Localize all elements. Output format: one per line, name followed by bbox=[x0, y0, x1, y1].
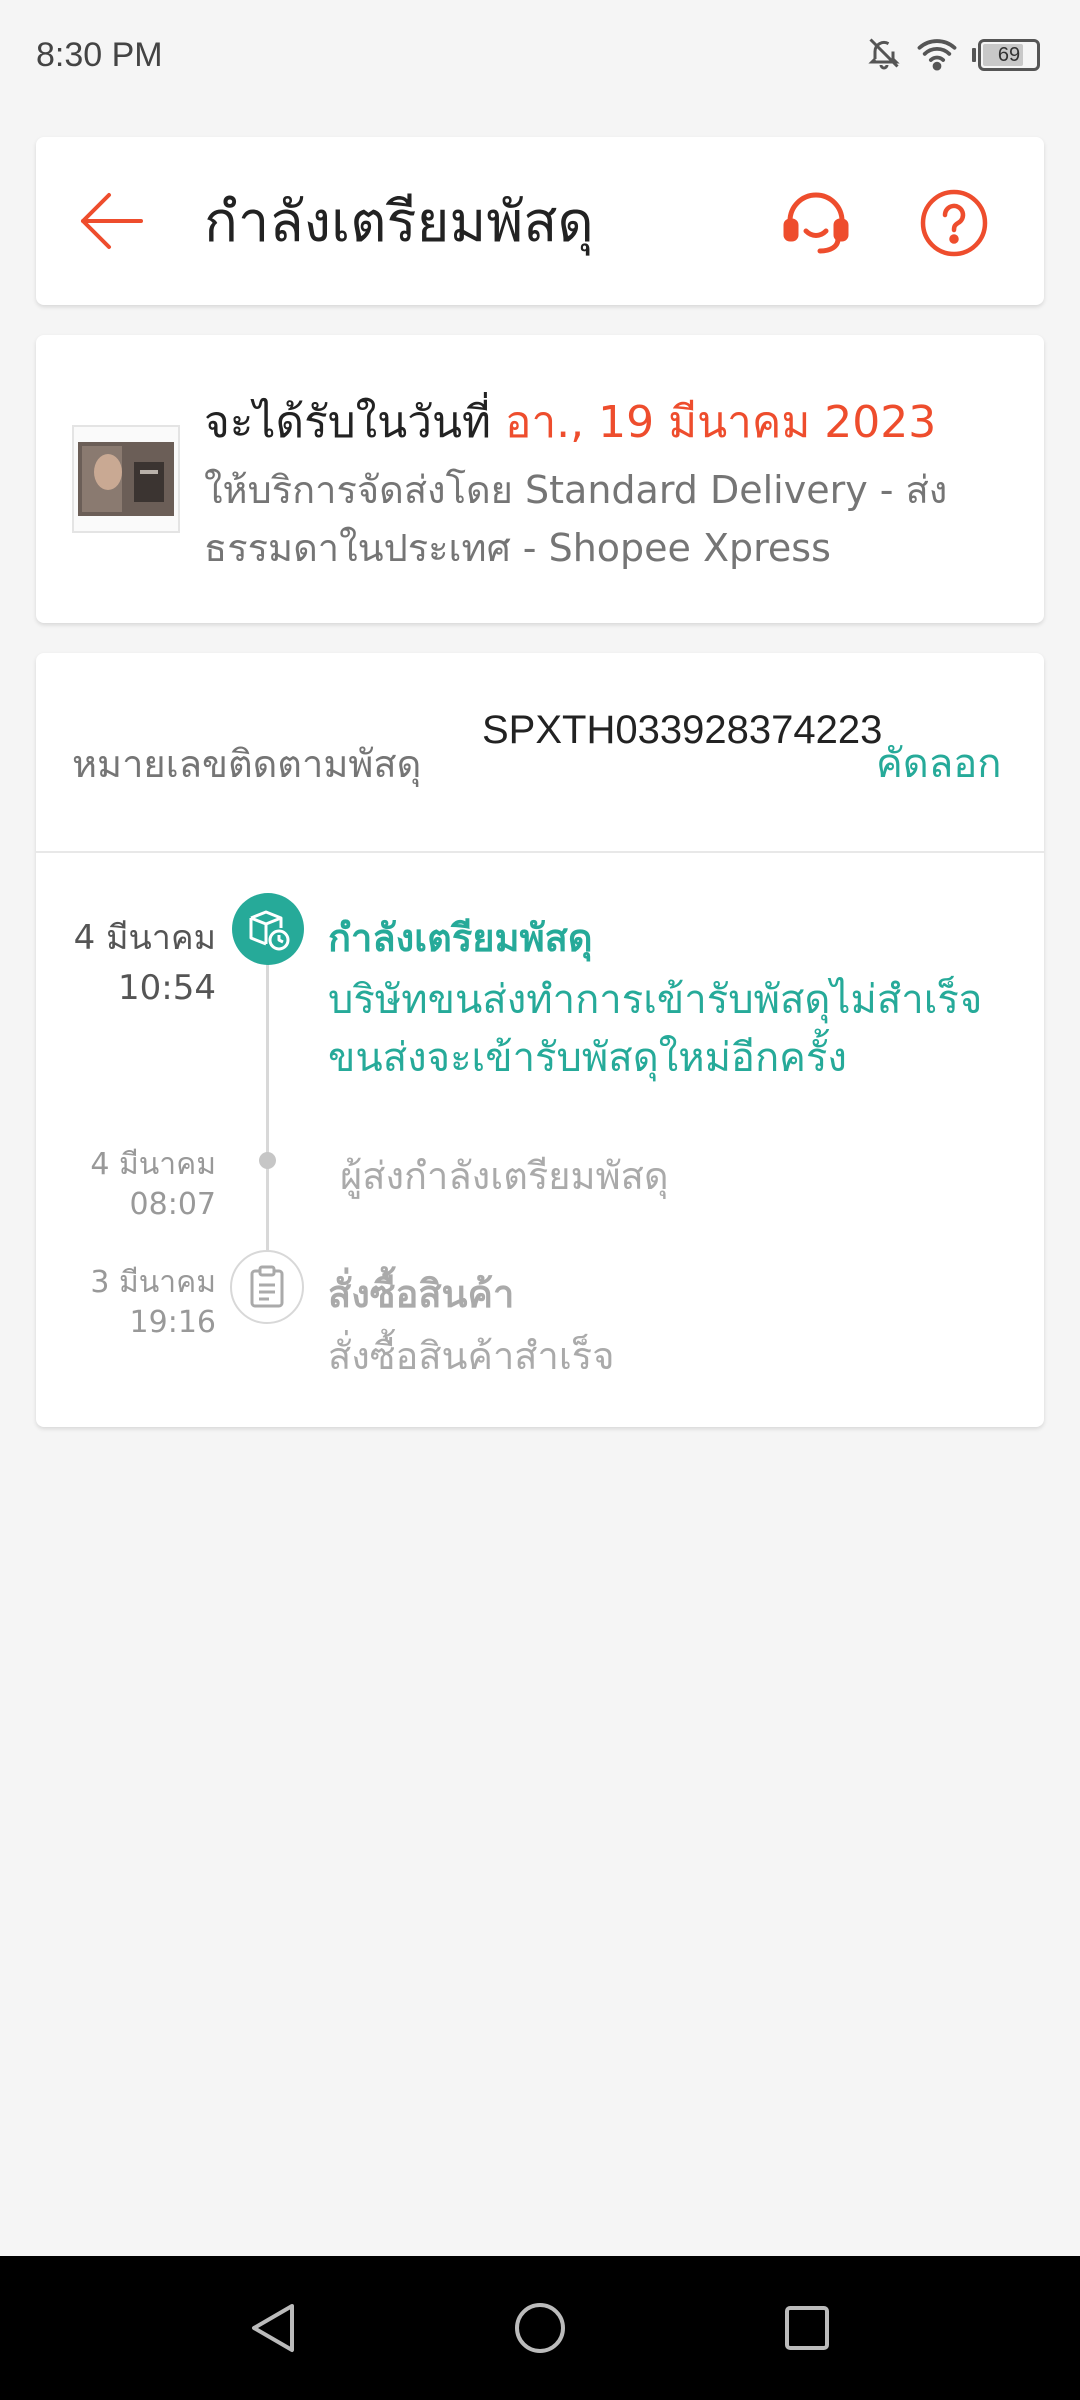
tracking-card: หมายเลขติดตามพัสดุ SPXTH033928374223 คัด… bbox=[36, 653, 1044, 1427]
delivery-info-card: จะได้รับในวันที่ อา., 19 มีนาคม 2023 ให้… bbox=[36, 335, 1044, 623]
nav-home-button[interactable] bbox=[495, 2283, 585, 2373]
event-description: บริษัทขนส่งทำการเข้ารับพัสดุไม่สำเร็จ ขน… bbox=[328, 977, 983, 1081]
estimated-delivery: จะได้รับในวันที่ อา., 19 มีนาคม 2023 bbox=[204, 387, 936, 457]
status-bar: 8:30 PM 69 bbox=[0, 0, 1080, 110]
event-clock: 08:07 bbox=[129, 1187, 216, 1222]
event-time: 4 มีนาคม 10:54 bbox=[74, 913, 216, 1013]
status-icons: 69 bbox=[866, 35, 1040, 75]
nav-back-button[interactable] bbox=[228, 2283, 318, 2373]
event-date: 4 มีนาคม bbox=[90, 1147, 216, 1182]
delivery-date: อา., 19 มีนาคม 2023 bbox=[505, 397, 937, 448]
help-button[interactable] bbox=[914, 183, 994, 263]
wifi-icon bbox=[916, 35, 958, 75]
event-time: 4 มีนาคม 08:07 bbox=[90, 1145, 216, 1225]
customer-support-button[interactable] bbox=[776, 183, 856, 263]
shipping-description: ให้บริการจัดส่งโดย Standard Delivery - ส… bbox=[204, 468, 948, 570]
back-button[interactable] bbox=[74, 183, 150, 259]
home-circle-icon bbox=[514, 2303, 565, 2353]
back-arrow-icon bbox=[81, 193, 143, 249]
event-date: 4 มีนาคม bbox=[73, 918, 216, 958]
back-triangle-icon bbox=[252, 2304, 295, 2352]
event-time: 3 มีนาคม 19:16 bbox=[90, 1263, 216, 1343]
timeline-dot bbox=[259, 1152, 276, 1169]
tracking-number-row: หมายเลขติดตามพัสดุ SPXTH033928374223 คัด… bbox=[36, 653, 1044, 853]
headset-icon bbox=[783, 192, 849, 254]
system-nav-bar bbox=[0, 2256, 1080, 2400]
battery-icon: 69 bbox=[972, 39, 1040, 71]
event-clock: 19:16 bbox=[129, 1305, 216, 1340]
event-title: กำลังเตรียมพัสดุ bbox=[328, 916, 593, 960]
timeline-order-marker bbox=[230, 1250, 304, 1324]
delivery-prefix: จะได้รับในวันที่ bbox=[204, 397, 506, 448]
timeline-line bbox=[266, 958, 269, 1258]
event-title: สั่งซื้อสินค้า bbox=[328, 1272, 515, 1316]
tracking-label: หมายเลขติดตามพัสดุ bbox=[72, 742, 422, 786]
event-description: สั่งซื้อสินค้าสำเร็จ bbox=[328, 1334, 615, 1378]
copy-button[interactable]: คัดลอก bbox=[876, 731, 1002, 795]
event-clock: 10:54 bbox=[118, 968, 216, 1008]
battery-level: 69 bbox=[997, 43, 1021, 66]
recents-square-icon bbox=[784, 2306, 829, 2350]
clipboard-icon bbox=[250, 1265, 284, 1308]
header-bar: กำลังเตรียมพัสดุ bbox=[36, 137, 1044, 305]
tracking-number: SPXTH033928374223 bbox=[482, 708, 883, 752]
nav-recents-button[interactable] bbox=[762, 2283, 852, 2373]
event-date: 3 มีนาคม bbox=[90, 1265, 216, 1300]
page-title: กำลังเตรียมพัสดุ bbox=[204, 190, 594, 255]
product-thumbnail[interactable] bbox=[72, 425, 180, 533]
bell-off-icon bbox=[866, 35, 902, 75]
parcel-clock-icon bbox=[249, 910, 290, 951]
status-time: 8:30 PM bbox=[36, 35, 163, 74]
timeline-active-marker bbox=[232, 893, 304, 965]
event-description: ผู้ส่งกำลังเตรียมพัสดุ bbox=[340, 1154, 669, 1198]
help-icon bbox=[920, 189, 988, 257]
product-image-icon bbox=[78, 442, 174, 516]
